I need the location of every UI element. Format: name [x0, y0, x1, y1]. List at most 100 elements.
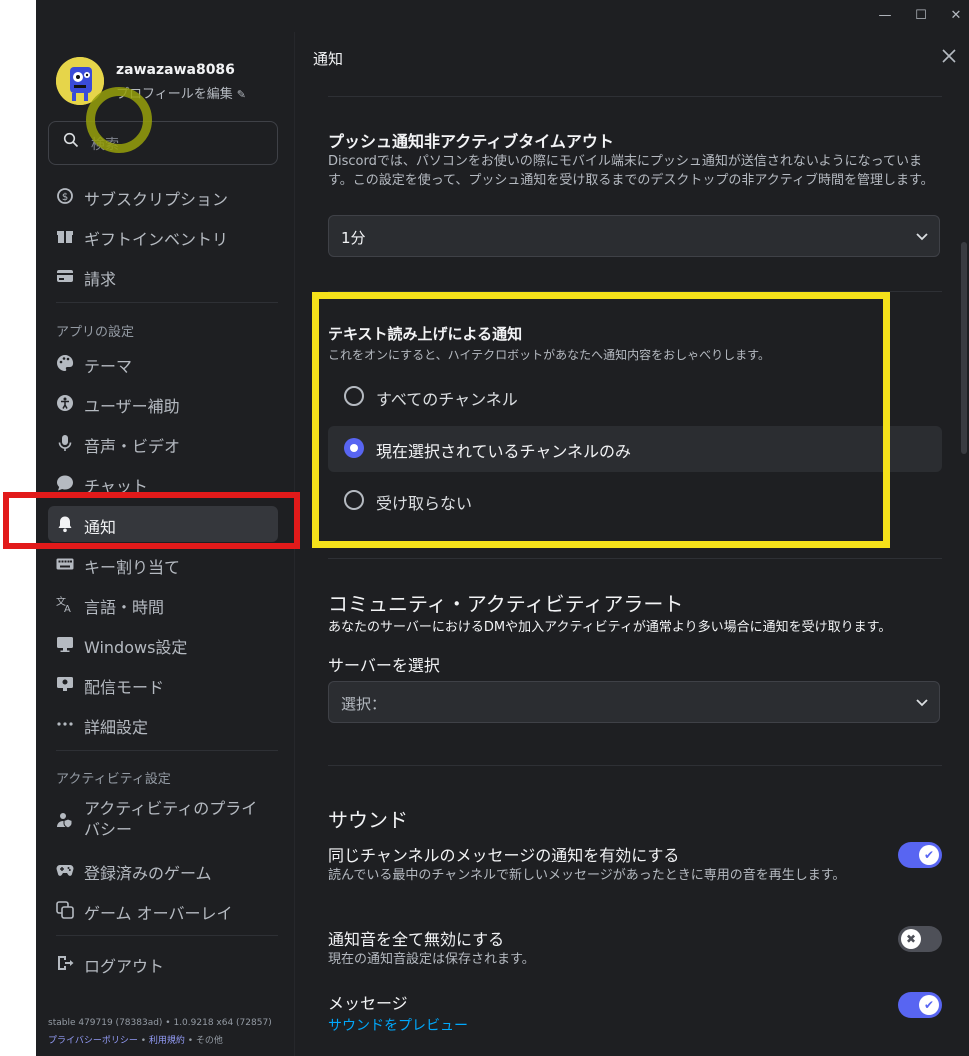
version-info: stable 479719 (78383ad) • 1.0.9218 x64 (…	[48, 1018, 272, 1028]
pencil-icon: ✎	[236, 88, 246, 101]
chevron-down-icon	[916, 233, 928, 241]
language-icon: 文A	[56, 595, 71, 613]
message-sound-label: メッセージ	[328, 994, 408, 1013]
sidebar-item-label: キー割り当て	[84, 558, 181, 577]
logout-icon	[58, 956, 74, 970]
sidebar-item-activity-privacy[interactable]: アクティビティのプライバシー	[48, 794, 278, 846]
sidebar-item-gift-inventory[interactable]: ギフトインベントリ	[48, 218, 278, 254]
cursor-highlight	[86, 87, 152, 153]
community-alert-heading: コミュニティ・アクティビティアラート	[328, 592, 684, 616]
section-divider	[328, 765, 942, 766]
sidebar-item-voice-video[interactable]: 音声・ビデオ	[48, 425, 278, 461]
app-settings-heading: アプリの設定	[56, 325, 135, 340]
title-bar: — ☐ ✕	[36, 0, 969, 32]
sidebar-item-label: ユーザー補助	[84, 397, 180, 416]
search-input[interactable]: 検索	[48, 121, 278, 165]
gamepad-icon	[56, 865, 74, 876]
card-icon	[57, 270, 73, 282]
sidebar-item-theme[interactable]: テーマ	[48, 345, 278, 381]
server-select[interactable]: 選択：	[328, 681, 940, 723]
sidebar-item-streamer-mode[interactable]: 配信モード	[48, 666, 278, 702]
section-divider	[328, 558, 942, 559]
close-icon[interactable]	[941, 48, 957, 64]
same-channel-toggle[interactable]: ✔	[898, 842, 942, 868]
activity-settings-heading: アクティビティ設定	[56, 772, 171, 787]
section-divider	[328, 96, 942, 97]
check-icon: ✔	[919, 845, 939, 865]
svg-text:$: $	[62, 192, 68, 203]
sidebar-item-label: 言語・時間	[84, 598, 165, 617]
sidebar-item-label: ギフトインベントリ	[84, 230, 229, 249]
scrollbar[interactable]	[961, 242, 967, 454]
sidebar-item-label: ゲーム オーバーレイ	[84, 904, 233, 923]
streamer-icon	[57, 677, 73, 691]
push-timeout-description: Discordでは、パソコンをお使いの際にモバイル端末にプッシュ通知が送信されな…	[328, 154, 934, 188]
x-icon: ✖	[901, 929, 921, 949]
subscription-icon: $	[57, 188, 73, 204]
palette-icon	[57, 354, 74, 371]
keyboard-icon	[56, 558, 74, 570]
sidebar-item-windows-settings[interactable]: Windows設定	[48, 626, 278, 662]
sidebar-item-label: 請求	[84, 270, 117, 289]
other-link[interactable]: その他	[196, 1036, 223, 1046]
sidebar-item-label: 登録済みのゲーム	[84, 864, 212, 883]
push-timeout-value: 1分	[341, 229, 366, 247]
maximize-button[interactable]: ☐	[911, 6, 931, 26]
same-channel-label: 同じチャンネルのメッセージの通知を有効にする	[328, 846, 680, 865]
microphone-icon	[58, 435, 72, 451]
footer-links: プライバシーポリシー • 利用規約 • その他	[48, 1033, 223, 1046]
annotation-red-box	[3, 492, 300, 549]
push-timeout-select[interactable]: 1分	[328, 215, 940, 257]
sidebar-item-label: Windows設定	[84, 638, 188, 657]
privacy-icon	[57, 813, 73, 829]
window-close-button[interactable]: ✕	[946, 6, 966, 26]
sidebar-divider	[56, 302, 278, 303]
message-sound-toggle[interactable]: ✔	[898, 992, 942, 1018]
server-select-label: サーバーを選択	[328, 656, 440, 675]
push-timeout-heading: プッシュ通知非アクティブタイムアウト	[328, 132, 614, 151]
sound-preview-link[interactable]: サウンドをプレビュー	[328, 1015, 468, 1035]
disable-all-sounds-description: 現在の通知音設定は保存されます。	[328, 952, 535, 967]
check-icon: ✔	[919, 995, 939, 1015]
sidebar-divider	[56, 935, 278, 936]
sidebar-item-language-time[interactable]: 文A 言語・時間	[48, 586, 278, 622]
username: zawazawa8086	[116, 62, 235, 78]
search-icon	[63, 132, 79, 148]
disable-all-sounds-label: 通知音を全て無効にする	[328, 930, 505, 949]
sound-heading: サウンド	[328, 808, 408, 832]
sidebar-item-label: サブスクリプション	[84, 190, 229, 209]
privacy-policy-link[interactable]: プライバシーポリシー	[48, 1036, 138, 1046]
sidebar-item-label: アクティビティのプライバシー	[84, 799, 258, 839]
terms-link[interactable]: 利用規約	[149, 1036, 185, 1046]
server-select-placeholder: 選択：	[341, 695, 387, 713]
monitor-icon	[57, 637, 73, 652]
sidebar-item-accessibility[interactable]: ユーザー補助	[48, 385, 278, 421]
sidebar-item-billing[interactable]: 請求	[48, 258, 278, 294]
minimize-button[interactable]: —	[875, 6, 895, 26]
sidebar-item-label: テーマ	[84, 357, 133, 376]
chevron-down-icon	[916, 699, 928, 707]
svg-text:A: A	[64, 604, 71, 613]
sidebar-item-label: ログアウト	[84, 957, 165, 976]
same-channel-description: 読んでいる最中のチャンネルで新しいメッセージがあったときに専用の音を再生します。	[328, 868, 846, 883]
more-icon	[57, 722, 73, 726]
sidebar-item-keybinds[interactable]: キー割り当て	[48, 546, 278, 582]
footer-separator: •	[137, 1036, 149, 1046]
chat-icon	[57, 475, 73, 491]
page-title: 通知	[313, 50, 344, 68]
logout-button[interactable]: ログアウト	[48, 945, 278, 981]
sidebar-divider	[56, 750, 278, 751]
sidebar-item-label: 詳細設定	[84, 718, 149, 737]
accessibility-icon	[57, 395, 73, 411]
gift-icon	[57, 231, 73, 243]
sidebar-item-registered-games[interactable]: 登録済みのゲーム	[48, 852, 278, 888]
sidebar-item-game-overlay[interactable]: ゲーム オーバーレイ	[48, 892, 278, 928]
sidebar-item-label: 音声・ビデオ	[84, 437, 181, 456]
overlay-icon	[56, 901, 74, 919]
sidebar-item-label: 配信モード	[84, 678, 165, 697]
sidebar-item-subscriptions[interactable]: $ サブスクリプション	[48, 178, 278, 214]
sidebar-item-advanced[interactable]: 詳細設定	[48, 706, 278, 742]
community-alert-description: あなたのサーバーにおけるDMや加入アクティビティが通常より多い場合に通知を受け取…	[328, 620, 892, 635]
disable-all-sounds-toggle[interactable]: ✖	[898, 926, 942, 952]
annotation-yellow-box	[312, 292, 890, 548]
